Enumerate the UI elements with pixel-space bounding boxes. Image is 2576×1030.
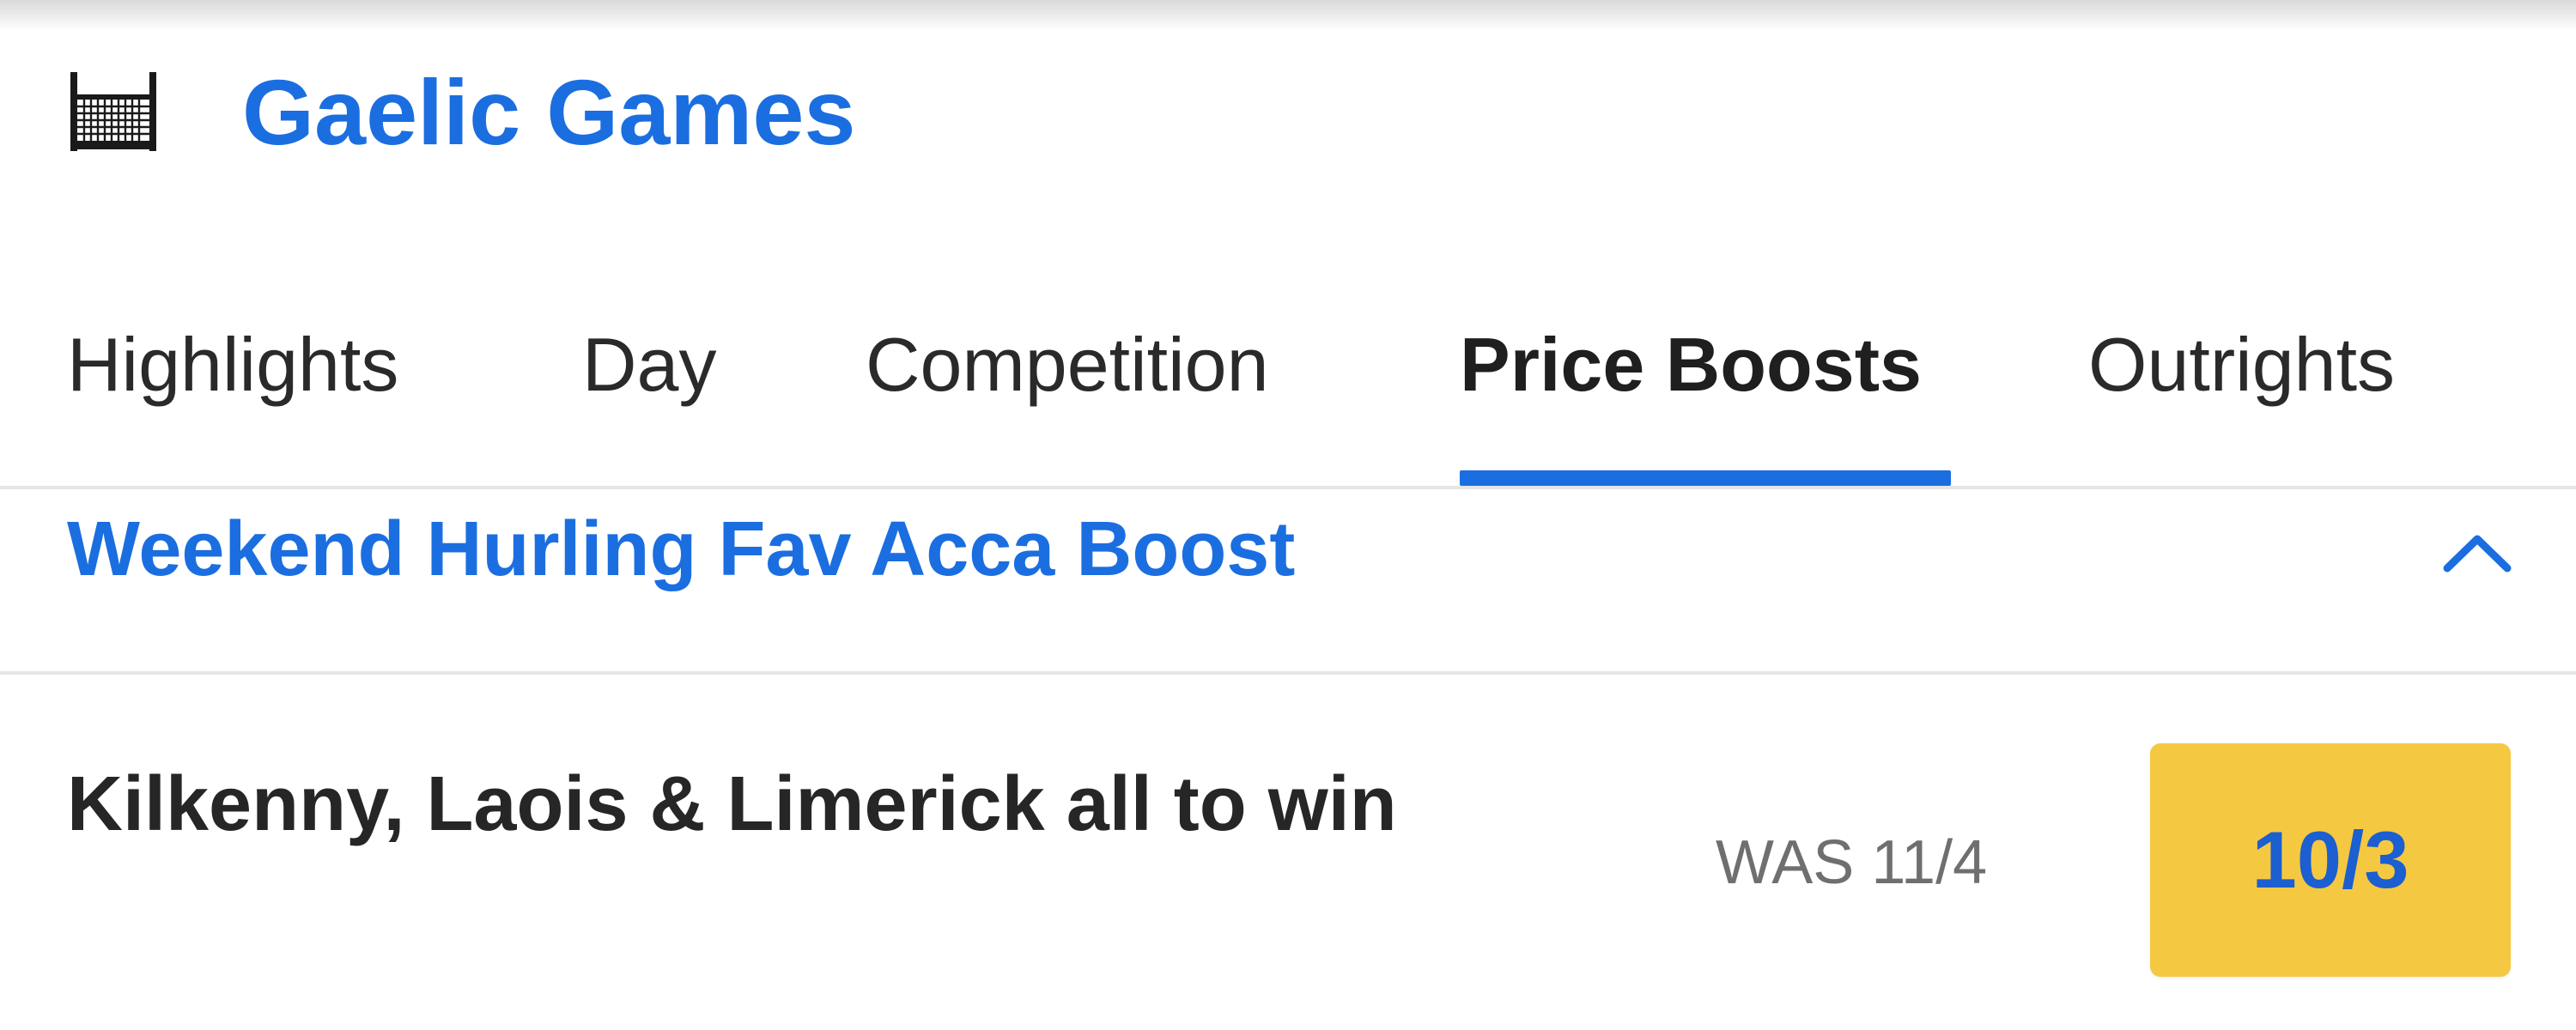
active-tab-indicator [1460,470,1951,486]
page-title: Gaelic Games [242,60,856,164]
odds-label: 10/3 [2251,815,2409,905]
section-divider [0,671,2576,675]
tab-price-boosts[interactable]: Price Boosts [1460,300,1922,489]
tab-competition[interactable]: Competition [866,300,1269,489]
odds-button[interactable]: 10/3 [2150,743,2511,977]
tab-highlights[interactable]: Highlights [67,300,398,489]
tab-day[interactable]: Day [582,300,717,489]
tab-outrights[interactable]: Outrights [2088,300,2395,489]
chevron-up-icon[interactable] [2439,524,2516,584]
tab-bar: Highlights Day Competition Price Boosts … [0,300,2576,489]
sport-header: Gaelic Games [0,52,2576,172]
selection-name: Kilkenny, Laois & Limerick all to win [67,761,1397,847]
top-shadow [0,0,2576,31]
hurling-goal-icon [67,67,160,154]
tabs-divider [0,486,2576,489]
was-price: WAS 11/4 [1716,828,1988,897]
price-boosts-page: Gaelic Games Highlights Day Competition … [0,0,2576,1030]
section-title[interactable]: Weekend Hurling Fav Acca Boost [67,498,1295,601]
